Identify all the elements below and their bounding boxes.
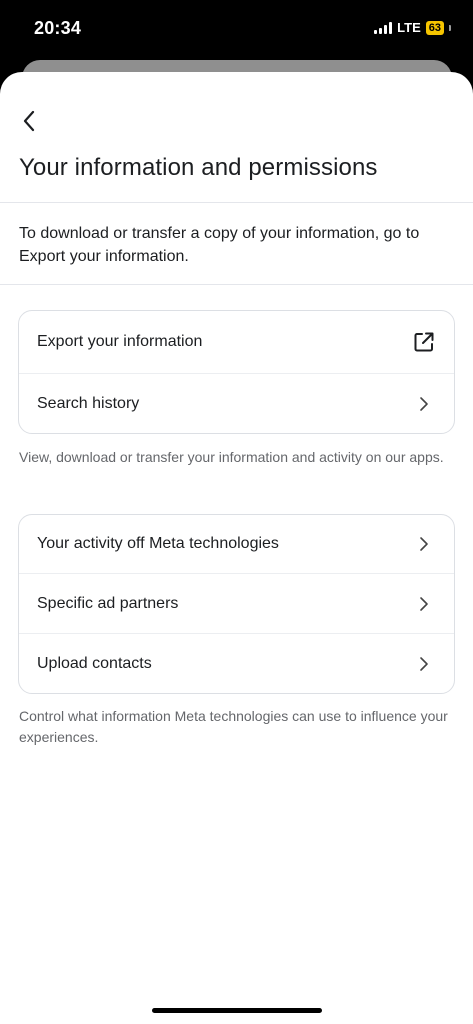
specific-ad-partners-label: Specific ad partners bbox=[37, 594, 179, 612]
section-2-caption: Control what information Meta technologi… bbox=[19, 708, 448, 745]
upload-contacts-row[interactable]: Upload contacts bbox=[19, 634, 454, 693]
intro-text: To download or transfer a copy of your i… bbox=[19, 225, 420, 265]
export-information-label: Export your information bbox=[37, 333, 203, 350]
page-title: Your information and permissions bbox=[19, 154, 378, 181]
battery-icon: 63 bbox=[425, 20, 444, 35]
status-indicators: LTE 63 bbox=[374, 20, 451, 35]
status-time: 20:34 bbox=[34, 18, 82, 38]
status-bar: 20:34 LTE 63 bbox=[0, 0, 473, 60]
header-divider bbox=[0, 202, 473, 203]
chevron-right-icon bbox=[412, 592, 436, 616]
specific-ad-partners-row[interactable]: Specific ad partners bbox=[19, 574, 454, 634]
search-history-label: Search history bbox=[37, 394, 140, 412]
search-history-row[interactable]: Search history bbox=[19, 374, 454, 433]
activity-off-meta-row[interactable]: Your activity off Meta technologies bbox=[19, 515, 454, 574]
chevron-right-icon bbox=[412, 652, 436, 676]
section-1-caption: View, download or transfer your informat… bbox=[19, 449, 444, 465]
signal-icon bbox=[374, 21, 393, 34]
chevron-left-icon bbox=[23, 110, 35, 132]
external-link-icon bbox=[412, 330, 436, 354]
back-button[interactable] bbox=[14, 106, 44, 136]
network-type: LTE bbox=[397, 20, 421, 35]
chevron-right-icon bbox=[412, 392, 436, 416]
permissions-sheet: Your information and permissions To down… bbox=[0, 72, 473, 1024]
battery-level: 63 bbox=[428, 21, 441, 34]
home-indicator[interactable] bbox=[152, 1008, 322, 1013]
activity-off-meta-label: Your activity off Meta technologies bbox=[37, 535, 279, 552]
chevron-right-icon bbox=[412, 532, 436, 556]
upload-contacts-label: Upload contacts bbox=[37, 654, 152, 672]
intro-divider bbox=[0, 284, 473, 285]
export-information-row[interactable]: Export your information bbox=[19, 311, 454, 374]
export-search-card: Export your information Search history bbox=[18, 310, 455, 434]
activity-ads-card: Your activity off Meta technologies Spec… bbox=[18, 514, 455, 694]
battery-tip bbox=[449, 24, 451, 31]
